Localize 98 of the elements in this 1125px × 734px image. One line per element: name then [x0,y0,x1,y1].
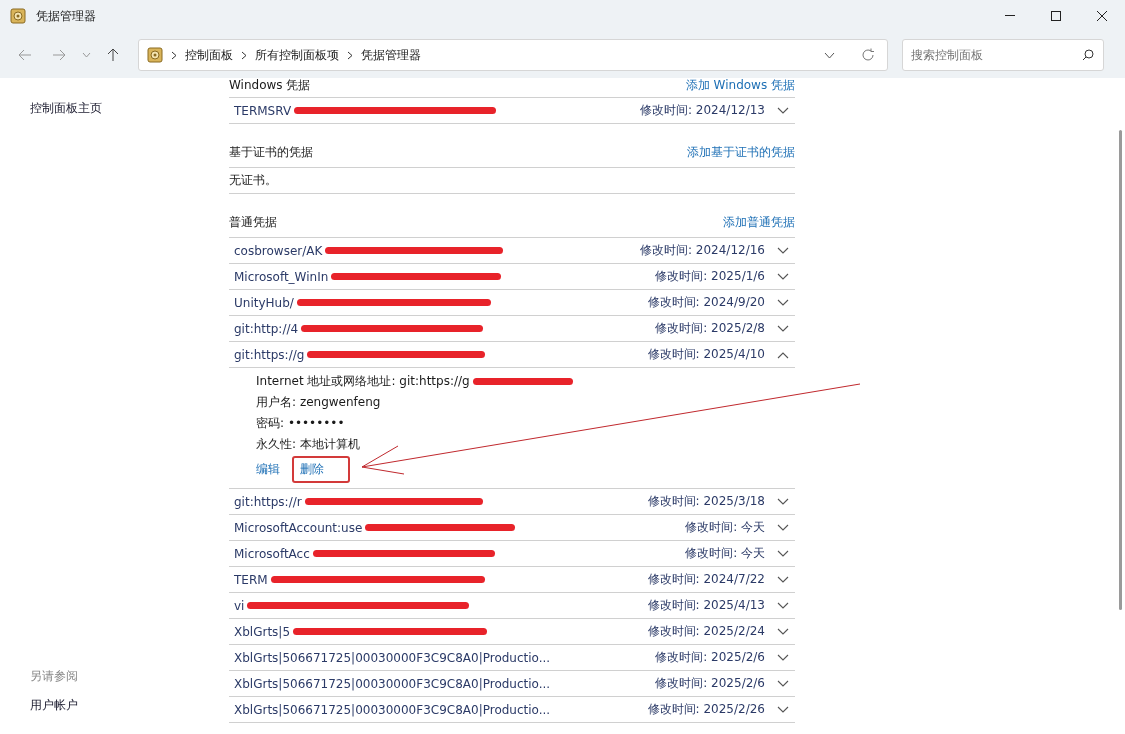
credential-row[interactable]: TERM 修改时间: 2024/7/22 [229,567,795,593]
credential-row[interactable]: XblGrts|506671725|00030000F3C9C8A0|Productio... 修改时间: 2025/2/26 [229,697,795,723]
credential-name: cosbrowser/AK [234,243,323,258]
credential-row[interactable]: git:https://r 修改时间: 2025/3/18 [229,489,795,515]
credential-row[interactable]: TERMSRV 修改时间: 2024/12/13 [229,98,795,124]
empty-message: 无证书。 [229,172,277,189]
detail-text: 永久性: 本地计算机 [256,436,360,453]
chevron-right-icon [241,50,247,60]
credential-name: XblGrts|506671725|00030000F3C9C8A0|Productio... [234,650,551,665]
chevron-down-icon [81,52,91,58]
credential-row[interactable]: MicrosoftAccount:use 修改时间: 今天 [229,515,795,541]
credential-row[interactable]: cosbrowser/AK 修改时间: 2024/12/16 [229,238,795,264]
chevron-down-icon[interactable] [777,627,789,636]
chevron-down-icon[interactable] [777,497,789,506]
credential-row[interactable]: XblGrts|506671725|00030000F3C9C8A0|Productio... 修改时间: 2025/2/6 [229,671,795,697]
chevron-down-icon[interactable] [824,51,835,59]
chevron-down-icon[interactable] [777,601,789,610]
add-credential-link[interactable]: 添加普通凭据 [723,214,795,231]
modified-time: 修改时间: 今天 [685,519,765,536]
sidebar-link[interactable]: 控制面板主页 [30,100,229,117]
credential-name: XblGrts|5 [234,624,291,639]
scrollbar[interactable] [1119,130,1122,610]
credential-name: Microsoft_WinIn [234,269,329,284]
search-icon [1082,49,1094,61]
sidebar-link[interactable]: 用户帐户 [30,697,229,714]
modified-time: 修改时间: 2025/2/26 [647,701,765,718]
see-also-heading: 另请参阅 [30,668,79,685]
credential-row[interactable]: UnityHub/ 修改时间: 2024/9/20 [229,290,795,316]
chevron-right-icon [171,50,177,60]
chevron-down-icon[interactable] [777,272,789,281]
delete-link[interactable]: 删除 [292,455,350,483]
up-arrow-icon [107,48,119,62]
chevron-down-icon[interactable] [777,705,789,714]
credential-name: vi [234,598,245,613]
credential-name: MicrosoftAcc [234,546,310,561]
chevron-down-icon[interactable] [777,324,789,333]
credential-row[interactable]: vi 修改时间: 2025/4/13 [229,593,795,619]
edit-link[interactable]: 编辑 [256,460,286,478]
credential-row[interactable]: XblGrts|506671725|00030000F3C9C8A0|Productio... 修改时间: 2025/2/6 [229,645,795,671]
credential-name: MicrosoftAccount:use [234,520,363,535]
credential-name: XblGrts|506671725|00030000F3C9C8A0|Productio... [234,676,551,691]
chevron-up-icon[interactable] [777,350,789,359]
modified-time: 修改时间: 2025/2/8 [655,320,765,337]
address-bar[interactable]: 控制面板 所有控制面板项 凭据管理器 [138,39,888,71]
chevron-down-icon[interactable] [777,523,789,532]
credential-name: git:https://r [234,494,302,509]
chevron-down-icon[interactable] [777,298,789,307]
search-field[interactable]: 搜索控制面板 [902,39,1104,71]
detail-text: 密码: •••••••• [256,415,345,432]
breadcrumb[interactable]: 控制面板 [185,46,233,64]
modified-time: 修改时间: 2025/4/13 [647,597,765,614]
detail-text: 用户名: zengwenfeng [256,394,381,411]
breadcrumb[interactable]: 所有控制面板项 [255,46,339,64]
vault-icon [10,8,26,24]
vault-icon [147,47,163,63]
credential-row[interactable]: Microsoft_WinIn 修改时间: 2025/1/6 [229,264,795,290]
back-arrow-icon [18,49,32,61]
close-icon [1097,11,1107,21]
maximize-icon [1051,11,1061,21]
credential-name: TERMSRV [234,103,292,118]
section-heading: 基于证书的凭据 [229,144,313,161]
credential-row[interactable]: git:http://4 修改时间: 2025/2/8 [229,316,795,342]
modified-time: 修改时间: 2024/12/16 [639,242,765,259]
chevron-down-icon[interactable] [777,679,789,688]
modified-time: 修改时间: 2024/12/13 [639,102,765,119]
add-credential-link[interactable]: 添加基于证书的凭据 [687,144,795,161]
chevron-down-icon[interactable] [777,106,789,115]
chevron-down-icon[interactable] [777,653,789,662]
forward-arrow-icon [52,49,66,61]
modified-time: 修改时间: 2025/2/6 [655,675,765,692]
chevron-down-icon[interactable] [777,549,789,558]
section-heading: Windows 凭据 [229,78,311,94]
section-heading: 普通凭据 [229,214,277,231]
refresh-icon[interactable] [861,48,875,62]
credential-row[interactable]: MicrosoftAcc 修改时间: 今天 [229,541,795,567]
modified-time: 修改时间: 2024/7/22 [647,571,765,588]
modified-time: 修改时间: 2025/2/24 [647,623,765,640]
credential-name: git:https://g [234,347,305,362]
credential-name: XblGrts|506671725|00030000F3C9C8A0|Productio... [234,702,551,717]
window-title: 凭据管理器 [36,7,96,25]
modified-time: 修改时间: 今天 [685,545,765,562]
minimize-icon [1005,15,1015,17]
modified-time: 修改时间: 2025/3/18 [647,493,765,510]
credential-name: UnityHub/ [234,295,294,310]
chevron-right-icon [347,50,353,60]
credential-row[interactable]: XblGrts|5 修改时间: 2025/2/24 [229,619,795,645]
chevron-down-icon[interactable] [777,575,789,584]
modified-time: 修改时间: 2024/9/20 [647,294,765,311]
breadcrumb[interactable]: 凭据管理器 [361,46,421,64]
modified-time: 修改时间: 2025/4/10 [647,346,765,363]
modified-time: 修改时间: 2025/2/6 [655,649,765,666]
add-credential-link[interactable]: 添加 Windows 凭据 [685,78,795,94]
credential-name: TERM [234,572,268,587]
chevron-down-icon[interactable] [777,246,789,255]
detail-text: Internet 地址或网络地址: git:https://g [256,373,470,390]
modified-time: 修改时间: 2025/1/6 [655,268,765,285]
credential-name: git:http://4 [234,321,299,336]
credential-row[interactable]: git:https://g 修改时间: 2025/4/10 [229,342,795,368]
